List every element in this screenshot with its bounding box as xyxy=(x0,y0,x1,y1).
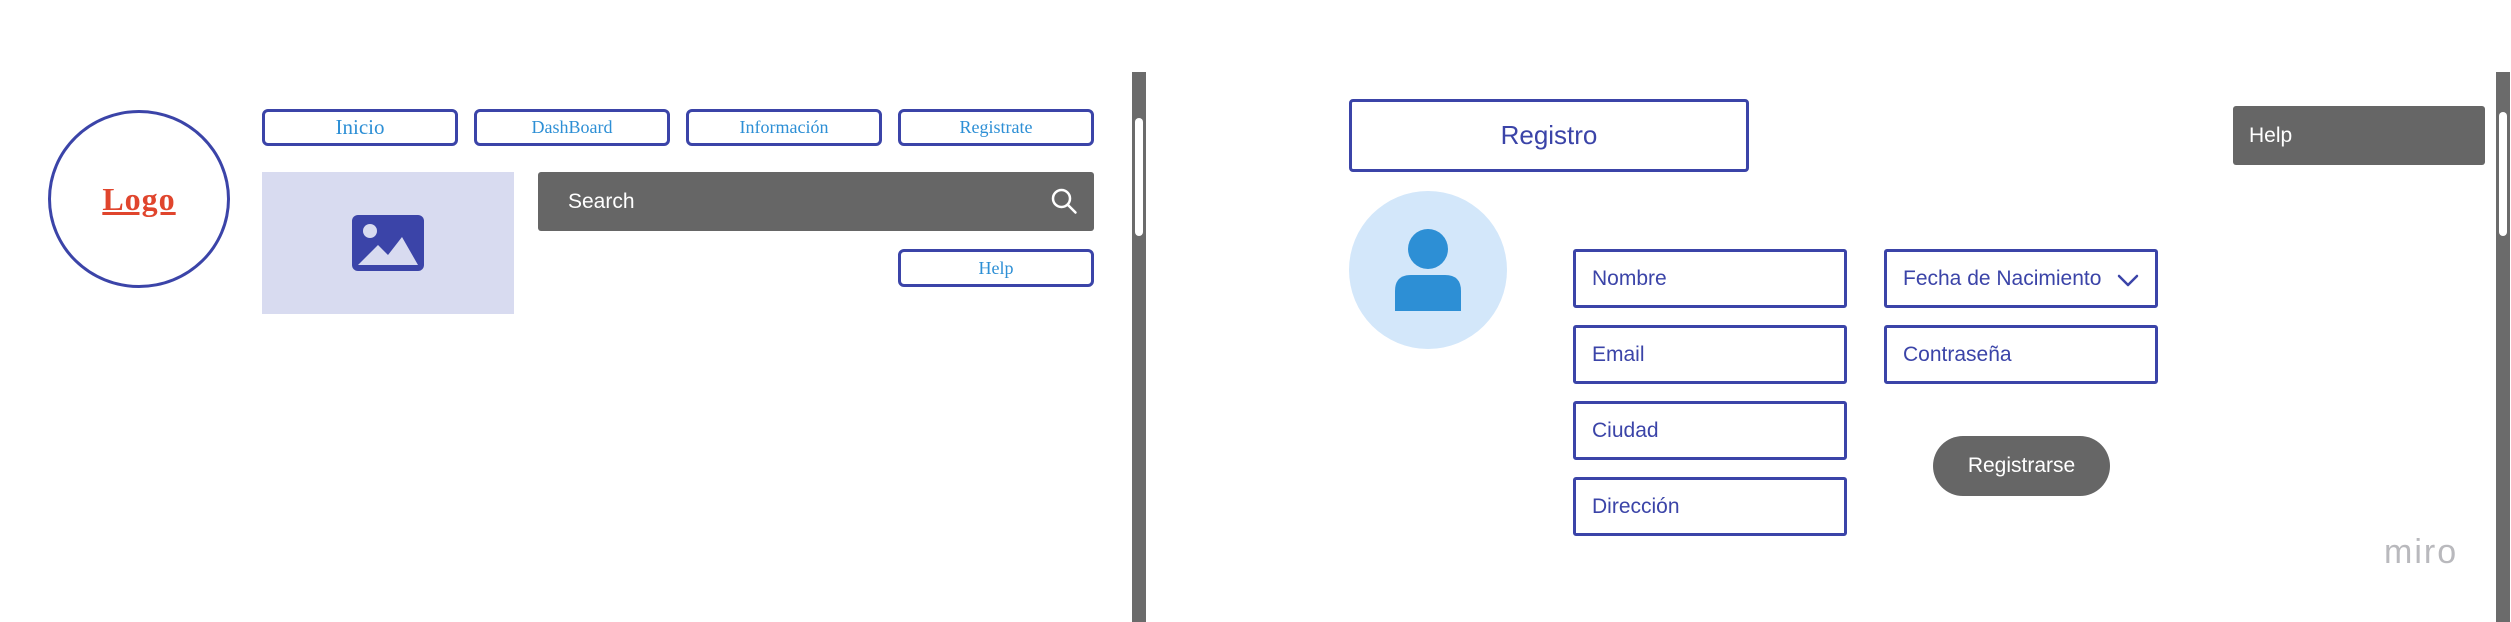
nav-inicio-label: Inicio xyxy=(335,115,385,139)
scrollbar-thumb-right[interactable] xyxy=(2499,112,2507,236)
image-icon xyxy=(352,215,424,271)
help-label-right: Help xyxy=(2249,123,2293,147)
logo-text: Logo xyxy=(102,180,176,217)
search-label: Search xyxy=(568,189,635,213)
registrarse-label: Registrarse xyxy=(1967,454,2076,477)
help-label-left: Help xyxy=(978,257,1014,278)
registrarse-button[interactable]: Registrarse xyxy=(1933,436,2110,496)
avatar[interactable] xyxy=(1349,191,1507,349)
miro-watermark-text: miro xyxy=(2384,533,2459,571)
nav-informacion-label: Información xyxy=(739,117,829,137)
search-icon[interactable] xyxy=(1050,187,1078,215)
nombre-placeholder: Nombre xyxy=(1592,266,1667,290)
contrasena-placeholder: Contraseña xyxy=(1903,342,2012,366)
user-icon xyxy=(1395,229,1461,311)
scrollbar-thumb-left[interactable] xyxy=(1135,118,1143,236)
email-placeholder: Email xyxy=(1592,342,1645,366)
image-placeholder xyxy=(262,172,514,314)
logo-circle[interactable]: Logo xyxy=(48,110,230,288)
help-button-right[interactable]: Help xyxy=(2233,106,2485,165)
nav-informacion-button[interactable]: Información xyxy=(686,109,882,146)
nav-dashboard-button[interactable]: DashBoard xyxy=(474,109,670,146)
nav-registrate-label: Registrate xyxy=(959,117,1033,137)
miro-watermark: miro xyxy=(2384,533,2474,573)
email-field[interactable]: Email xyxy=(1573,325,1847,384)
direccion-placeholder: Dirección xyxy=(1592,494,1680,518)
nav-registrate-button[interactable]: Registrate xyxy=(898,109,1094,146)
ciudad-placeholder: Ciudad xyxy=(1592,418,1659,442)
direccion-field[interactable]: Dirección xyxy=(1573,477,1847,536)
fecha-nacimiento-select[interactable]: Fecha de Nacimiento xyxy=(1884,249,2158,308)
help-button-left[interactable]: Help xyxy=(898,249,1094,287)
nav-dashboard-label: DashBoard xyxy=(531,117,613,137)
fecha-nacimiento-placeholder: Fecha de Nacimiento xyxy=(1903,266,2102,290)
chevron-down-icon[interactable] xyxy=(2117,270,2139,290)
ciudad-field[interactable]: Ciudad xyxy=(1573,401,1847,460)
registro-title: Registro xyxy=(1349,99,1749,172)
search-bar[interactable]: Search xyxy=(538,172,1094,231)
registro-title-label: Registro xyxy=(1500,120,1598,150)
nav-inicio-button[interactable]: Inicio xyxy=(262,109,458,146)
contrasena-field[interactable]: Contraseña xyxy=(1884,325,2158,384)
nombre-field[interactable]: Nombre xyxy=(1573,249,1847,308)
